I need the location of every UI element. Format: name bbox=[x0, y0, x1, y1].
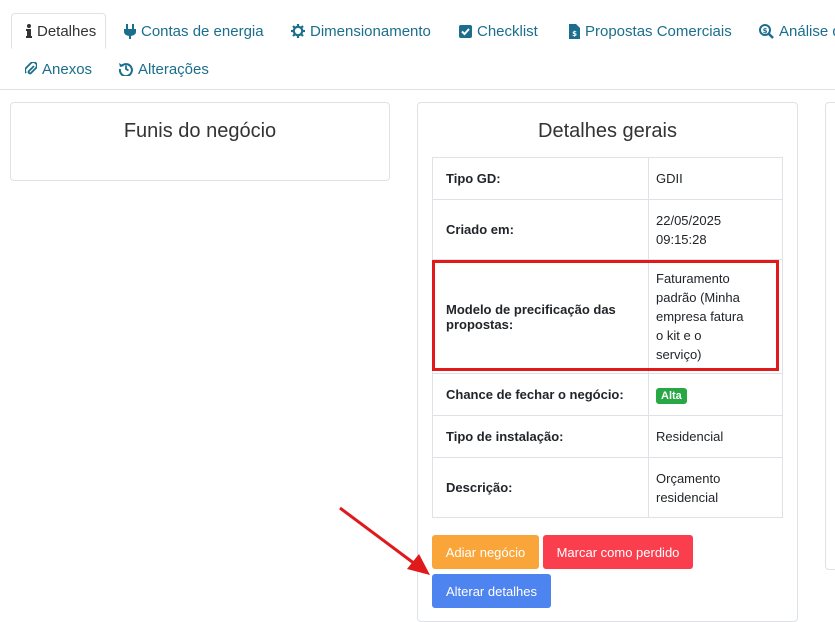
status-badge: Alta bbox=[656, 388, 687, 404]
plug-icon bbox=[124, 23, 136, 39]
arrow-icon bbox=[339, 506, 430, 575]
gear-icon bbox=[291, 24, 305, 38]
table-row: Chance de fechar o negócio: Alta bbox=[432, 373, 783, 416]
tab-dimensionamento[interactable]: Dimensionamento bbox=[291, 13, 431, 49]
tab-analise[interactable]: $ Análise d bbox=[759, 13, 835, 49]
value-line: residencial bbox=[656, 489, 719, 505]
table-row: Modelo de precificação das propostas: Fa… bbox=[432, 259, 783, 374]
detail-value: Orçamento residencial bbox=[648, 457, 783, 518]
value-line: o kit e o bbox=[656, 328, 702, 343]
value-line: serviço) bbox=[656, 347, 702, 362]
detail-key: Tipo GD: bbox=[432, 157, 649, 200]
tab-contas-de-energia[interactable]: Contas de energia bbox=[124, 13, 264, 49]
detail-key: Chance de fechar o negócio: bbox=[432, 373, 649, 416]
checkbox-icon bbox=[459, 24, 472, 38]
tab-label: Análise d bbox=[779, 22, 835, 40]
table-row: Criado em: 22/05/2025 09:15:28 bbox=[432, 199, 783, 260]
detail-value: Alta bbox=[648, 373, 783, 416]
detail-value: GDII bbox=[648, 157, 783, 200]
detail-key: Criado em: bbox=[432, 199, 649, 260]
key-line: propostas: bbox=[446, 316, 514, 332]
edit-details-button[interactable]: Alterar detalhes bbox=[432, 574, 551, 608]
detail-value: Residencial bbox=[648, 415, 783, 458]
table-row: Descrição: Orçamento residencial bbox=[432, 457, 783, 518]
svg-text:$: $ bbox=[572, 30, 577, 38]
value-line: 22/05/2025 bbox=[656, 212, 722, 228]
value-line: empresa fatura bbox=[656, 309, 744, 324]
nav-tabs: Detalhes Contas de energia Dimensionamen… bbox=[0, 0, 835, 90]
tab-label: Dimensionamento bbox=[310, 22, 431, 40]
svg-text:$: $ bbox=[763, 27, 768, 35]
tab-detalhes[interactable]: Detalhes bbox=[11, 13, 106, 49]
tab-label: Detalhes bbox=[37, 22, 97, 40]
tab-label: Checklist bbox=[477, 22, 538, 40]
table-row: Tipo GD: GDII bbox=[432, 157, 783, 200]
detail-key: Tipo de instalação: bbox=[432, 415, 649, 458]
detail-key: Descrição: bbox=[432, 457, 649, 518]
funnels-card: Funis do negócio bbox=[10, 102, 390, 181]
info-icon bbox=[26, 24, 32, 38]
tab-label: Anexos bbox=[42, 60, 93, 78]
tab-propostas-comerciais[interactable]: $ Propostas Comerciais bbox=[569, 13, 732, 49]
details-card: Detalhes gerais Tipo GD: GDII Criado em:… bbox=[417, 102, 798, 622]
tab-label: Propostas Comerciais bbox=[585, 22, 732, 40]
search-dollar-icon: $ bbox=[759, 23, 774, 39]
history-icon bbox=[119, 63, 133, 76]
tab-checklist[interactable]: Checklist bbox=[459, 13, 538, 49]
table-row: Tipo de instalação: Residencial bbox=[432, 415, 783, 458]
postpone-deal-button[interactable]: Adiar negócio bbox=[432, 535, 539, 569]
value-line: Faturamento bbox=[656, 271, 730, 286]
value-line: padrão (Minha bbox=[656, 290, 740, 305]
detail-value: Faturamento padrão (Minha empresa fatura… bbox=[648, 259, 783, 374]
tab-label: Alterações bbox=[138, 60, 209, 78]
tab-alteracoes[interactable]: Alterações bbox=[119, 51, 209, 87]
card-title: Detalhes gerais bbox=[538, 120, 677, 142]
key-line: Modelo de precificação das bbox=[446, 301, 616, 317]
detail-value: 22/05/2025 09:15:28 bbox=[648, 199, 783, 260]
value-line: 09:15:28 bbox=[656, 231, 707, 247]
tab-label: Contas de energia bbox=[141, 22, 264, 40]
side-card bbox=[825, 102, 835, 570]
file-invoice-icon: $ bbox=[569, 23, 580, 39]
card-title: Funis do negócio bbox=[123, 120, 277, 142]
detail-key: Modelo de precificação das propostas: bbox=[432, 259, 649, 374]
tab-anexos[interactable]: Anexos bbox=[25, 51, 92, 87]
value-line: Orçamento bbox=[656, 470, 721, 486]
paperclip-icon bbox=[25, 62, 37, 75]
mark-lost-button[interactable]: Marcar como perdido bbox=[543, 535, 693, 569]
details-table: Tipo GD: GDII Criado em: 22/05/2025 09:1… bbox=[432, 157, 783, 518]
